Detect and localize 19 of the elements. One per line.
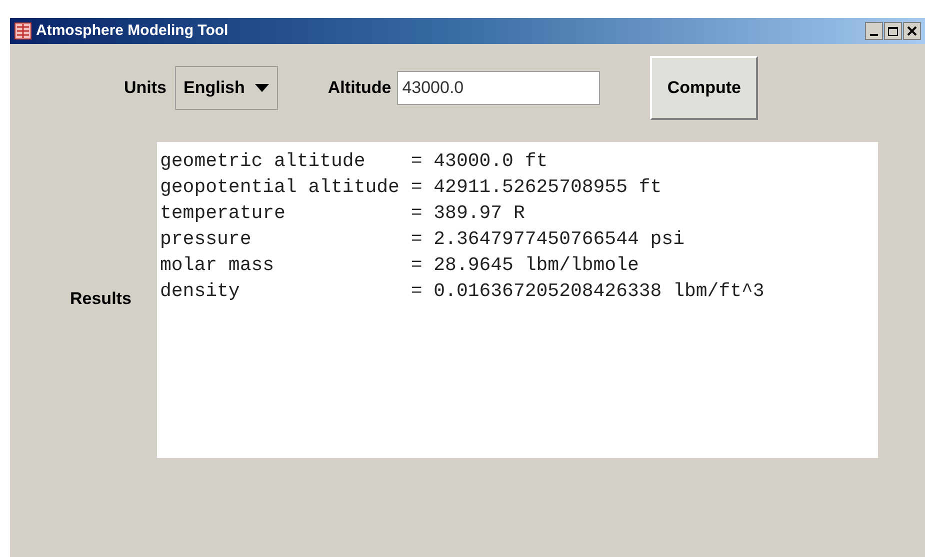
result-line: temperature = 389.97 R bbox=[160, 201, 525, 226]
dropdown-caret-icon bbox=[254, 84, 269, 92]
result-line: geopotential altitude = 42911.52625708955 ft bbox=[160, 175, 662, 200]
minimize-button[interactable] bbox=[865, 22, 883, 40]
units-label: Units bbox=[124, 77, 166, 100]
altitude-label: Altitude bbox=[328, 77, 392, 100]
results-label: Results bbox=[70, 288, 132, 310]
altitude-input[interactable]: 43000.0 bbox=[397, 71, 600, 105]
maximize-button[interactable] bbox=[884, 22, 902, 40]
close-button[interactable] bbox=[903, 22, 921, 40]
close-icon bbox=[907, 26, 917, 36]
result-line: pressure = 2.3647977450766544 psi bbox=[160, 227, 684, 252]
result-line: molar mass = 28.9645 lbm/lbmole bbox=[160, 253, 639, 278]
app-icon bbox=[14, 22, 32, 40]
result-line: geometric altitude = 43000.0 ft bbox=[160, 149, 548, 174]
compute-button[interactable]: Compute bbox=[650, 56, 758, 120]
window-title: Atmosphere Modeling Tool bbox=[36, 20, 228, 41]
units-dropdown[interactable]: English bbox=[174, 66, 278, 110]
result-line: density = 0.016367205208426338 lbm/ft^3 bbox=[160, 279, 764, 304]
